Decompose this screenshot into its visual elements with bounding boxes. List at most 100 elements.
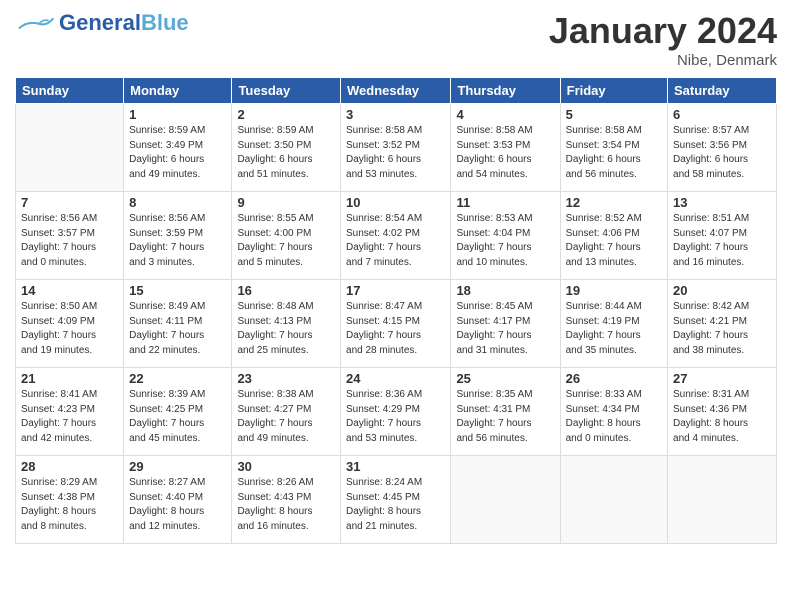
calendar-day: 23 Sunrise: 8:38 AM Sunset: 4:27 PM Dayli… — [232, 368, 341, 456]
day-number: 29 — [129, 459, 226, 474]
logo: GeneralBlue — [15, 10, 189, 36]
col-wednesday: Wednesday — [341, 78, 451, 104]
calendar-day: 26 Sunrise: 8:33 AM Sunset: 4:34 PM Dayli… — [560, 368, 667, 456]
day-detail: Sunrise: 8:41 AM Sunset: 4:23 PM Dayligh… — [21, 388, 118, 446]
day-detail: Sunrise: 8:48 AM Sunset: 4:13 PM Dayligh… — [237, 300, 335, 358]
day-detail: Sunrise: 8:55 AM Sunset: 4:00 PM Dayligh… — [237, 212, 335, 270]
calendar-day: 31 Sunrise: 8:24 AM Sunset: 4:45 PM Dayli… — [341, 456, 451, 544]
day-detail: Sunrise: 8:54 AM Sunset: 4:02 PM Dayligh… — [346, 212, 445, 270]
calendar-day: 17 Sunrise: 8:47 AM Sunset: 4:15 PM Dayli… — [341, 280, 451, 368]
day-number: 19 — [566, 283, 662, 298]
calendar-day: 4 Sunrise: 8:58 AM Sunset: 3:53 PM Daylig… — [451, 104, 560, 192]
calendar-day: 11 Sunrise: 8:53 AM Sunset: 4:04 PM Dayli… — [451, 192, 560, 280]
day-detail: Sunrise: 8:58 AM Sunset: 3:52 PM Dayligh… — [346, 124, 445, 182]
calendar-day: 13 Sunrise: 8:51 AM Sunset: 4:07 PM Dayli… — [668, 192, 777, 280]
calendar-week-1: 1Sunrise: 8:59 AM Sunset: 3:49 PM Daylig… — [16, 104, 777, 192]
col-thursday: Thursday — [451, 78, 560, 104]
day-number: 3 — [346, 107, 445, 122]
day-number: 22 — [129, 371, 226, 386]
day-detail: Sunrise: 8:58 AM Sunset: 3:53 PM Dayligh… — [456, 124, 554, 182]
location: Nibe, Denmark — [549, 52, 777, 69]
calendar-day: 29 Sunrise: 8:27 AM Sunset: 4:40 PM Dayli… — [124, 456, 232, 544]
day-number: 21 — [21, 371, 118, 386]
calendar-body: 1Sunrise: 8:59 AM Sunset: 3:49 PM Daylig… — [16, 104, 777, 544]
day-detail: Sunrise: 8:24 AM Sunset: 4:45 PM Dayligh… — [346, 476, 445, 534]
calendar-day — [668, 456, 777, 544]
calendar-day: 16 Sunrise: 8:48 AM Sunset: 4:13 PM Dayli… — [232, 280, 341, 368]
day-detail: Sunrise: 8:31 AM Sunset: 4:36 PM Dayligh… — [673, 388, 771, 446]
day-number: 16 — [237, 283, 335, 298]
header-row: Sunday Monday Tuesday Wednesday Thursday… — [16, 78, 777, 104]
calendar-day: 22 Sunrise: 8:39 AM Sunset: 4:25 PM Dayli… — [124, 368, 232, 456]
calendar-day: 2 Sunrise: 8:59 AM Sunset: 3:50 PM Daylig… — [232, 104, 341, 192]
day-detail: Sunrise: 8:58 AM Sunset: 3:54 PM Dayligh… — [566, 124, 662, 182]
col-sunday: Sunday — [16, 78, 124, 104]
calendar-day — [560, 456, 667, 544]
calendar-day: 5 Sunrise: 8:58 AM Sunset: 3:54 PM Daylig… — [560, 104, 667, 192]
col-tuesday: Tuesday — [232, 78, 341, 104]
day-detail: Sunrise: 8:45 AM Sunset: 4:17 PM Dayligh… — [456, 300, 554, 358]
day-number: 31 — [346, 459, 445, 474]
calendar-table: Sunday Monday Tuesday Wednesday Thursday… — [15, 77, 777, 544]
calendar-day: 9 Sunrise: 8:55 AM Sunset: 4:00 PM Daylig… — [232, 192, 341, 280]
day-detail: Sunrise: 8:57 AM Sunset: 3:56 PM Dayligh… — [673, 124, 771, 182]
day-number: 9 — [237, 195, 335, 210]
header: GeneralBlue January 2024 Nibe, Denmark — [15, 10, 777, 69]
calendar-day: 19 Sunrise: 8:44 AM Sunset: 4:19 PM Dayli… — [560, 280, 667, 368]
day-detail: Sunrise: 8:38 AM Sunset: 4:27 PM Dayligh… — [237, 388, 335, 446]
day-number: 5 — [566, 107, 662, 122]
calendar-day: 12 Sunrise: 8:52 AM Sunset: 4:06 PM Dayli… — [560, 192, 667, 280]
day-number: 25 — [456, 371, 554, 386]
day-number: 4 — [456, 107, 554, 122]
col-saturday: Saturday — [668, 78, 777, 104]
title-block: January 2024 Nibe, Denmark — [549, 10, 777, 69]
day-number: 27 — [673, 371, 771, 386]
day-detail: Sunrise: 8:35 AM Sunset: 4:31 PM Dayligh… — [456, 388, 554, 446]
day-detail: Sunrise: 8:56 AM Sunset: 3:57 PM Dayligh… — [21, 212, 118, 270]
calendar-day: 20Sunrise: 8:42 AM Sunset: 4:21 PM Dayli… — [668, 280, 777, 368]
day-number: 12 — [566, 195, 662, 210]
day-number: 17 — [346, 283, 445, 298]
calendar-week-5: 28Sunrise: 8:29 AM Sunset: 4:38 PM Dayli… — [16, 456, 777, 544]
day-number: 18 — [456, 283, 554, 298]
day-number: 13 — [673, 195, 771, 210]
day-number: 14 — [21, 283, 118, 298]
day-detail: Sunrise: 8:39 AM Sunset: 4:25 PM Dayligh… — [129, 388, 226, 446]
calendar-header: Sunday Monday Tuesday Wednesday Thursday… — [16, 78, 777, 104]
day-number: 24 — [346, 371, 445, 386]
calendar-week-3: 14Sunrise: 8:50 AM Sunset: 4:09 PM Dayli… — [16, 280, 777, 368]
day-detail: Sunrise: 8:51 AM Sunset: 4:07 PM Dayligh… — [673, 212, 771, 270]
day-detail: Sunrise: 8:26 AM Sunset: 4:43 PM Dayligh… — [237, 476, 335, 534]
day-detail: Sunrise: 8:53 AM Sunset: 4:04 PM Dayligh… — [456, 212, 554, 270]
calendar-day: 7Sunrise: 8:56 AM Sunset: 3:57 PM Daylig… — [16, 192, 124, 280]
day-number: 26 — [566, 371, 662, 386]
day-number: 30 — [237, 459, 335, 474]
day-number: 8 — [129, 195, 226, 210]
calendar-day: 3 Sunrise: 8:58 AM Sunset: 3:52 PM Daylig… — [341, 104, 451, 192]
day-detail: Sunrise: 8:52 AM Sunset: 4:06 PM Dayligh… — [566, 212, 662, 270]
calendar-day: 8 Sunrise: 8:56 AM Sunset: 3:59 PM Daylig… — [124, 192, 232, 280]
calendar-week-2: 7Sunrise: 8:56 AM Sunset: 3:57 PM Daylig… — [16, 192, 777, 280]
day-detail: Sunrise: 8:36 AM Sunset: 4:29 PM Dayligh… — [346, 388, 445, 446]
calendar-day: 10Sunrise: 8:54 AM Sunset: 4:02 PM Dayli… — [341, 192, 451, 280]
day-number: 2 — [237, 107, 335, 122]
day-detail: Sunrise: 8:29 AM Sunset: 4:38 PM Dayligh… — [21, 476, 118, 534]
day-number: 23 — [237, 371, 335, 386]
calendar-day: 18 Sunrise: 8:45 AM Sunset: 4:17 PM Dayli… — [451, 280, 560, 368]
day-detail: Sunrise: 8:47 AM Sunset: 4:15 PM Dayligh… — [346, 300, 445, 358]
calendar-day: 30 Sunrise: 8:26 AM Sunset: 4:43 PM Dayli… — [232, 456, 341, 544]
calendar-day: 1Sunrise: 8:59 AM Sunset: 3:49 PM Daylig… — [124, 104, 232, 192]
calendar-week-4: 21 Sunrise: 8:41 AM Sunset: 4:23 PM Dayli… — [16, 368, 777, 456]
day-detail: Sunrise: 8:59 AM Sunset: 3:50 PM Dayligh… — [237, 124, 335, 182]
day-detail: Sunrise: 8:44 AM Sunset: 4:19 PM Dayligh… — [566, 300, 662, 358]
day-number: 11 — [456, 195, 554, 210]
day-detail: Sunrise: 8:33 AM Sunset: 4:34 PM Dayligh… — [566, 388, 662, 446]
col-monday: Monday — [124, 78, 232, 104]
calendar-day — [16, 104, 124, 192]
calendar-day — [451, 456, 560, 544]
page: GeneralBlue January 2024 Nibe, Denmark S… — [0, 0, 792, 612]
day-detail: Sunrise: 8:27 AM Sunset: 4:40 PM Dayligh… — [129, 476, 226, 534]
day-detail: Sunrise: 8:56 AM Sunset: 3:59 PM Dayligh… — [129, 212, 226, 270]
calendar-day: 21 Sunrise: 8:41 AM Sunset: 4:23 PM Dayli… — [16, 368, 124, 456]
calendar-day: 27 Sunrise: 8:31 AM Sunset: 4:36 PM Dayli… — [668, 368, 777, 456]
